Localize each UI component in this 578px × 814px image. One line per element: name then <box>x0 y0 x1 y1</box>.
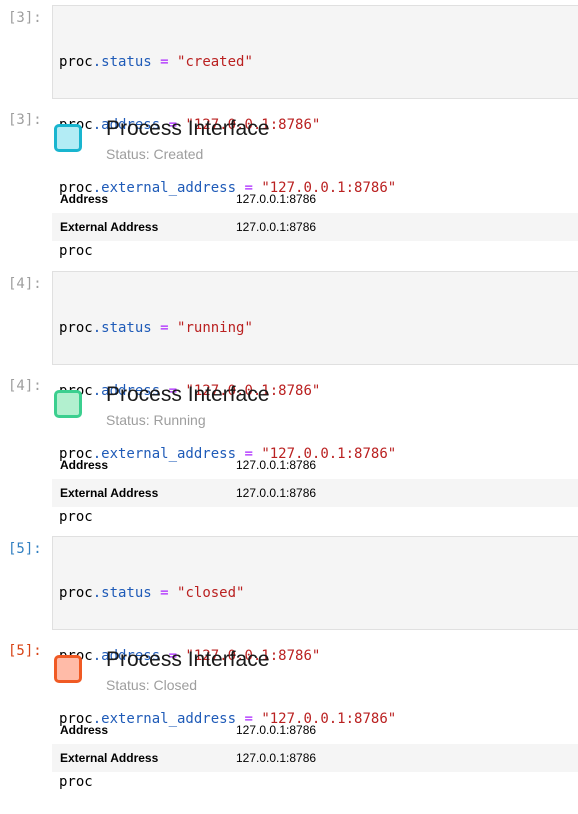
status-swatch-icon <box>54 390 82 418</box>
row-key: External Address <box>60 486 159 500</box>
row-key: Address <box>60 723 109 737</box>
code-line: proc.status = "running" <box>59 318 578 339</box>
status-swatch-icon <box>54 655 82 683</box>
row-value: 127.0.0.1:8786 <box>236 220 317 234</box>
row-key: Address <box>60 458 109 472</box>
row-key: External Address <box>60 220 159 234</box>
process-output: Process Interface Status: Closed Address… <box>52 647 578 777</box>
input-prompt: [4]: <box>8 276 42 292</box>
row-key: External Address <box>60 751 159 765</box>
table-row: Address 127.0.0.1:8786 <box>52 451 578 479</box>
process-output: Process Interface Status: Running Addres… <box>52 382 578 512</box>
code-line: proc.status = "created" <box>59 52 578 73</box>
process-title: Process Interface <box>106 117 270 140</box>
code-token: proc <box>59 54 93 70</box>
code-cell[interactable]: proc.status = "created" proc.address = "… <box>52 5 578 259</box>
table-row: External Address 127.0.0.1:8786 <box>52 213 578 241</box>
output-prompt: [4]: <box>8 378 42 394</box>
input-prompt: [3]: <box>8 10 42 26</box>
code-token: "created" <box>177 54 253 70</box>
process-info-table: Address 127.0.0.1:8786 External Address … <box>52 185 578 241</box>
row-value: 127.0.0.1:8786 <box>236 723 317 737</box>
process-info-table: Address 127.0.0.1:8786 External Address … <box>52 451 578 507</box>
table-row: External Address 127.0.0.1:8786 <box>52 744 578 772</box>
process-info-table: Address 127.0.0.1:8786 External Address … <box>52 716 578 772</box>
code-token: proc <box>59 585 93 601</box>
row-key: Address <box>60 192 109 206</box>
process-status: Status: Created <box>106 146 204 162</box>
output-prompt: [3]: <box>8 112 42 128</box>
code-token: .status <box>92 54 152 70</box>
code-token: = <box>151 54 178 70</box>
code-token: = <box>151 320 178 336</box>
input-prompt: [5]: <box>8 541 42 557</box>
code-line: proc.status = "closed" <box>59 583 578 604</box>
code-token: "running" <box>177 320 253 336</box>
output-prompt: [5]: <box>8 643 42 659</box>
process-title: Process Interface <box>106 648 270 671</box>
process-output: Process Interface Status: Created Addres… <box>52 116 578 246</box>
status-swatch-icon <box>54 124 82 152</box>
process-status: Status: Running <box>106 412 206 428</box>
code-cell[interactable]: proc.status = "closed" proc.address = "1… <box>52 536 578 790</box>
code-cell[interactable]: proc.status = "running" proc.address = "… <box>52 271 578 525</box>
row-value: 127.0.0.1:8786 <box>236 751 317 765</box>
row-value: 127.0.0.1:8786 <box>236 458 317 472</box>
process-status: Status: Closed <box>106 677 198 693</box>
code-token: .status <box>92 320 152 336</box>
row-value: 127.0.0.1:8786 <box>236 486 317 500</box>
table-row: Address 127.0.0.1:8786 <box>52 716 578 744</box>
process-title: Process Interface <box>106 383 270 406</box>
table-row: Address 127.0.0.1:8786 <box>52 185 578 213</box>
code-token: = <box>151 585 178 601</box>
code-token: .status <box>92 585 152 601</box>
table-row: External Address 127.0.0.1:8786 <box>52 479 578 507</box>
row-value: 127.0.0.1:8786 <box>236 192 317 206</box>
code-token: proc <box>59 320 93 336</box>
code-token: "closed" <box>177 585 245 601</box>
